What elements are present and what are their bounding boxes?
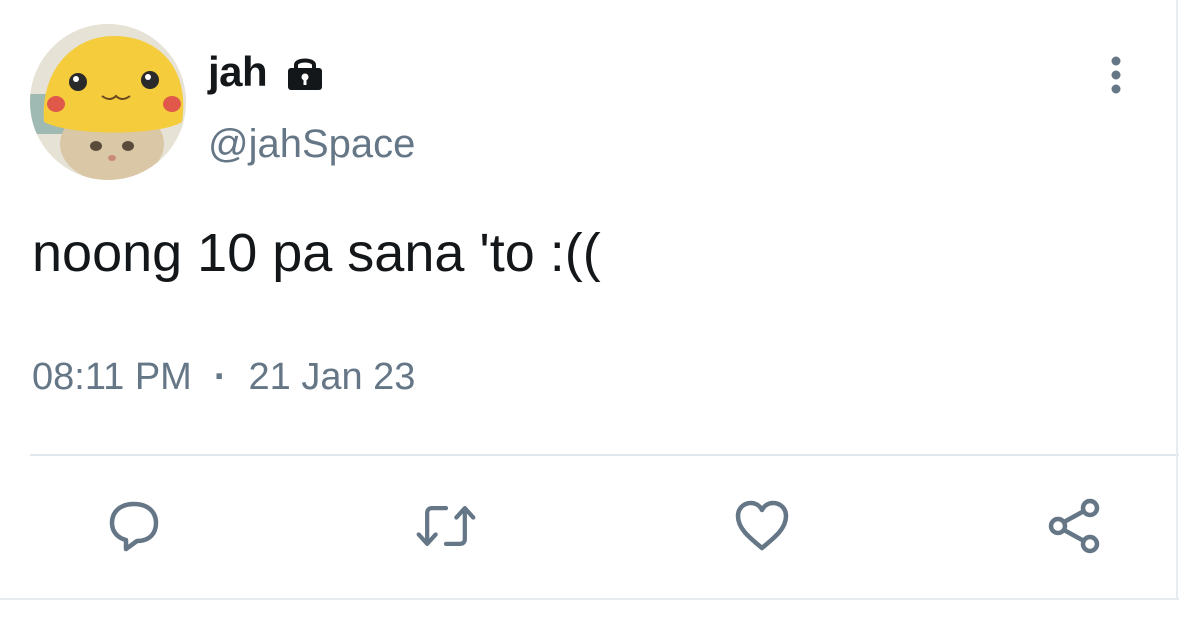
share-button[interactable] <box>1042 494 1106 558</box>
tweet-timestamp: 08:11 PM · 21 Jan 23 <box>32 350 415 404</box>
comment-icon <box>109 501 159 552</box>
more-vertical-icon[interactable] <box>1096 54 1136 98</box>
user-handle[interactable]: @jahSpace <box>208 118 415 170</box>
heart-icon <box>735 500 789 551</box>
right-edge-border <box>1176 0 1178 600</box>
tweet-card: jah @jahSpace noong 10 pa sana 'to :(( 0… <box>0 0 1179 618</box>
retweet-button[interactable] <box>414 494 478 558</box>
avatar-image <box>30 24 186 180</box>
retweet-icon <box>416 506 476 546</box>
like-button[interactable] <box>730 494 794 558</box>
divider <box>30 454 1179 456</box>
lock-icon <box>284 55 326 91</box>
display-name[interactable]: jah <box>208 44 268 100</box>
bottom-divider <box>0 598 1179 600</box>
reply-button[interactable] <box>102 494 166 558</box>
tweet-text: noong 10 pa sana 'to :(( <box>32 223 601 283</box>
share-icon <box>1048 498 1100 554</box>
meta-separator: · <box>213 356 227 398</box>
avatar[interactable] <box>30 24 186 180</box>
tweet-date[interactable]: 21 Jan 23 <box>249 356 416 398</box>
tweet-time: 08:11 PM <box>32 356 192 398</box>
